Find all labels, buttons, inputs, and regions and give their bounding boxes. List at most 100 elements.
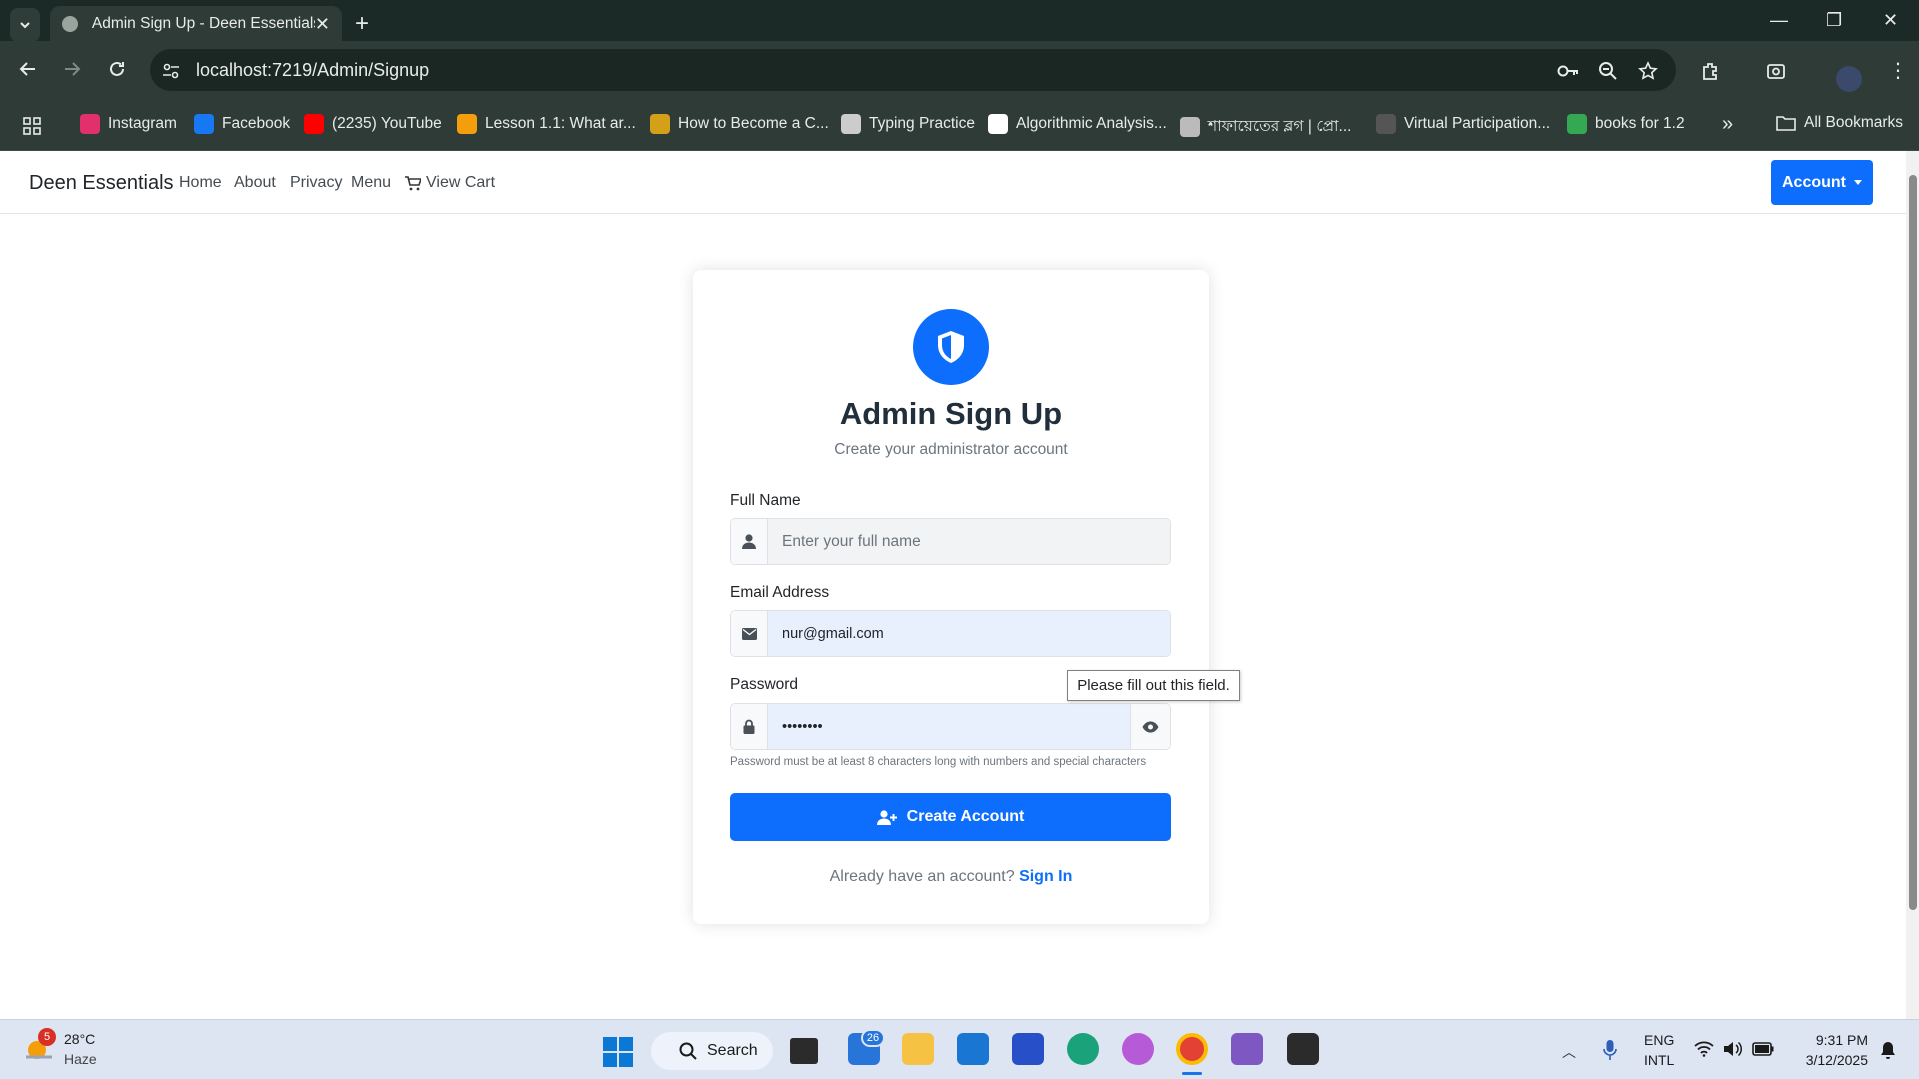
- user-plus-icon: [876, 809, 897, 825]
- bookmark-item[interactable]: Facebook: [194, 114, 290, 134]
- chevron-down-icon: [20, 22, 30, 29]
- email-input[interactable]: nur@gmail.com: [768, 611, 1170, 656]
- sign-in-link[interactable]: Sign In: [1019, 868, 1072, 885]
- volume-icon[interactable]: [1723, 1041, 1743, 1057]
- tab-title: Admin Sign Up - Deen Essentials: [91, 15, 315, 32]
- bookmark-item[interactable]: Instagram: [80, 114, 177, 134]
- password-input[interactable]: ••••••••: [768, 704, 1130, 749]
- show-password-button[interactable]: [1130, 704, 1170, 749]
- bookmark-label: How to Become a C...: [678, 115, 829, 132]
- create-account-label: Create Account: [906, 808, 1025, 825]
- tray-overflow-icon[interactable]: ︿: [1562, 1042, 1576, 1062]
- microsoft-store-icon[interactable]: [957, 1033, 989, 1065]
- clock-time[interactable]: 9:31 PM: [1794, 1032, 1868, 1048]
- visual-studio-icon[interactable]: [1231, 1033, 1263, 1065]
- terminal-icon[interactable]: [1287, 1033, 1319, 1065]
- tab-search-dropdown-button[interactable]: [10, 8, 40, 42]
- bookmark-star-icon[interactable]: [1638, 61, 1658, 81]
- full-name-input[interactable]: Enter your full name: [768, 519, 1170, 564]
- editor-app-icon[interactable]: [1012, 1033, 1044, 1065]
- zoom-icon[interactable]: [1598, 61, 1618, 81]
- bookmark-item[interactable]: books for 1.2: [1567, 114, 1685, 134]
- bookmark-item[interactable]: Algorithmic Analysis...: [988, 114, 1167, 134]
- password-label: Password: [730, 676, 799, 693]
- full-name-label: Full Name: [730, 492, 801, 509]
- browser-tab-active[interactable]: Admin Sign Up - Deen Essentials ✕: [50, 6, 342, 42]
- new-tab-button[interactable]: +: [355, 12, 369, 36]
- minimize-button[interactable]: —: [1770, 10, 1788, 31]
- bookmark-favicon-icon: [650, 114, 670, 134]
- bookmark-item[interactable]: Lesson 1.1: What ar...: [457, 114, 636, 134]
- notifications-icon[interactable]: [1878, 1040, 1898, 1060]
- nav-about[interactable]: About: [234, 174, 276, 192]
- site-navbar: [0, 151, 1906, 214]
- password-key-icon[interactable]: [1556, 61, 1580, 81]
- bookmark-label: Lesson 1.1: What ar...: [485, 115, 636, 132]
- bookmark-item[interactable]: How to Become a C...: [650, 114, 829, 134]
- site-info-icon[interactable]: [161, 61, 181, 81]
- more-bookmarks-icon[interactable]: »: [1722, 113, 1733, 136]
- page-title: Admin Sign Up: [839, 396, 1063, 431]
- nav-home[interactable]: Home: [179, 174, 222, 192]
- weather-temp: 28°C: [64, 1031, 96, 1047]
- bookmark-item[interactable]: Virtual Participation...: [1376, 114, 1550, 134]
- battery-icon[interactable]: [1752, 1042, 1774, 1056]
- nav-privacy[interactable]: Privacy: [290, 174, 342, 192]
- tab-close-icon[interactable]: ✕: [315, 14, 330, 35]
- bookmark-favicon-icon: [841, 114, 861, 134]
- shield-icon: [938, 331, 964, 363]
- bookmark-label: books for 1.2: [1595, 115, 1685, 132]
- widgets-badge: 26: [861, 1029, 885, 1047]
- all-bookmarks-button[interactable]: All Bookmarks: [1776, 114, 1903, 132]
- site-brand[interactable]: Deen Essentials: [29, 172, 174, 195]
- chrome-icon[interactable]: [1176, 1033, 1208, 1065]
- account-dropdown-button[interactable]: Account: [1771, 160, 1873, 205]
- active-app-indicator: [1182, 1072, 1202, 1075]
- password-group: ••••••••: [730, 703, 1171, 750]
- bookmark-favicon-icon: [988, 114, 1008, 134]
- close-window-button[interactable]: ✕: [1883, 10, 1898, 31]
- email-label: Email Address: [730, 584, 830, 601]
- task-view-icon[interactable]: [790, 1038, 818, 1064]
- windows-start-icon[interactable]: [603, 1037, 633, 1067]
- bookmark-item[interactable]: শাফায়েতের ব্লগ | প্রো...: [1180, 114, 1351, 140]
- file-explorer-icon[interactable]: [902, 1033, 934, 1065]
- microphone-icon[interactable]: [1603, 1040, 1617, 1060]
- bookmark-favicon-icon: [304, 114, 324, 134]
- globe-icon: [62, 16, 78, 32]
- folder-icon: [1776, 116, 1796, 131]
- bookmark-favicon-icon: [1180, 117, 1200, 137]
- copilot-icon[interactable]: [1122, 1033, 1154, 1065]
- clock-date[interactable]: 3/12/2025: [1794, 1052, 1868, 1068]
- email-group: nur@gmail.com: [730, 610, 1171, 657]
- page-subtitle: Create your administrator account: [834, 441, 1068, 458]
- screenshot-icon[interactable]: [1766, 61, 1786, 81]
- nav-menu[interactable]: Menu: [351, 174, 391, 192]
- back-button[interactable]: [18, 59, 38, 79]
- address-bar[interactable]: localhost:7219/Admin/Signup: [150, 49, 1676, 91]
- restore-button[interactable]: ❐: [1826, 10, 1842, 31]
- password-hint: Password must be at least 8 characters l…: [730, 756, 1147, 768]
- nav-view-cart[interactable]: View Cart: [405, 174, 495, 192]
- keyboard-layout[interactable]: INTL: [1644, 1052, 1674, 1068]
- reload-button[interactable]: [107, 59, 127, 79]
- scrollbar-thumb[interactable]: [1909, 175, 1917, 910]
- forward-button[interactable]: [62, 59, 82, 79]
- chrome-menu-icon[interactable]: ⋮: [1888, 61, 1908, 81]
- bookmark-label: Virtual Participation...: [1404, 115, 1551, 132]
- reload-icon: [110, 61, 124, 76]
- bookmark-item[interactable]: Typing Practice: [841, 114, 975, 134]
- language-code[interactable]: ENG: [1644, 1032, 1674, 1048]
- edge-icon[interactable]: [1067, 1033, 1099, 1065]
- user-icon: [731, 519, 768, 564]
- create-account-button[interactable]: Create Account: [730, 793, 1171, 841]
- apps-grid-icon[interactable]: [22, 116, 42, 136]
- profile-avatar[interactable]: [1836, 66, 1862, 92]
- search-label: Search: [707, 1042, 758, 1059]
- bookmark-label: Facebook: [222, 115, 291, 132]
- extensions-icon[interactable]: [1701, 61, 1721, 81]
- cart-icon: [405, 175, 421, 190]
- taskbar-search[interactable]: Search: [651, 1032, 773, 1070]
- wifi-icon[interactable]: [1694, 1041, 1714, 1057]
- bookmark-item[interactable]: (2235) YouTube: [304, 114, 442, 134]
